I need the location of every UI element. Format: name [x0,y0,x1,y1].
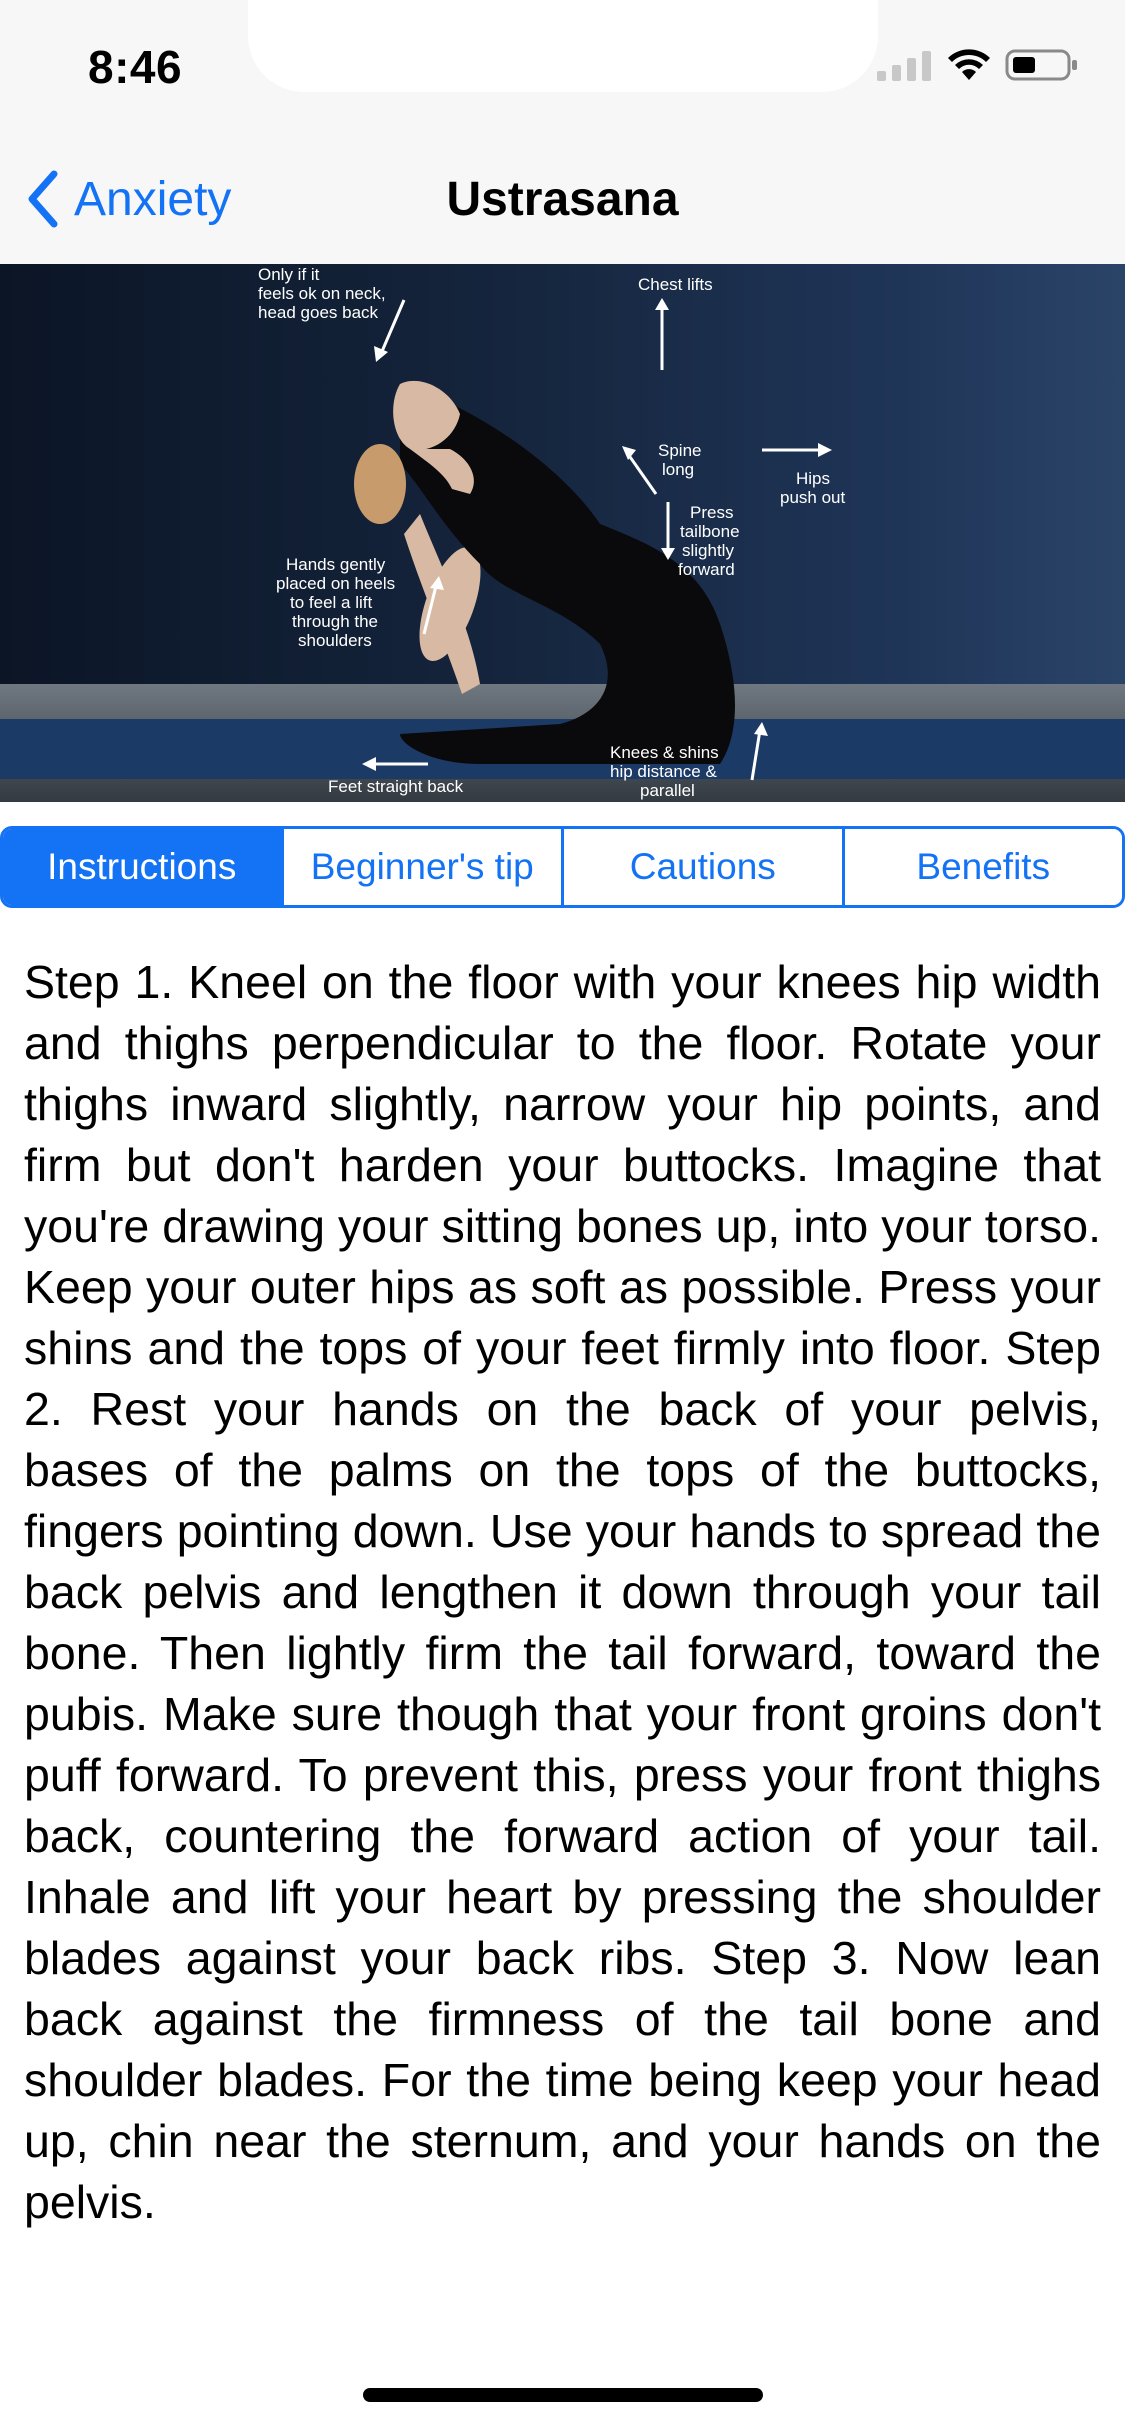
svg-text:placed on heels: placed on heels [276,574,395,593]
svg-text:feels ok on neck,: feels ok on neck, [258,284,386,303]
status-icons [877,48,1079,82]
svg-text:Chest lifts: Chest lifts [638,275,713,294]
battery-icon [1005,49,1077,81]
segmented-control: Instructions Beginner's tip Cautions Ben… [0,826,1125,908]
svg-text:slightly: slightly [682,541,734,560]
svg-text:Only if it: Only if it [258,265,320,284]
svg-text:head goes back: head goes back [258,303,379,322]
notch [248,0,878,92]
svg-text:hip distance &: hip distance & [610,762,717,781]
status-time: 8:46 [88,41,183,93]
svg-text:Hands gently: Hands gently [286,555,386,574]
navigation-bar: Anxiety Ustrasana [0,132,1125,264]
tab-beginners-tip[interactable]: Beginner's tip [280,829,561,905]
tab-cautions[interactable]: Cautions [561,829,842,905]
status-bar: 8:46 [0,0,1125,132]
tab-instructions[interactable]: Instructions [3,829,281,905]
svg-text:shoulders: shoulders [298,631,372,650]
pose-image: Only if it feels ok on neck, head goes b… [0,264,1125,802]
cellular-signal-icon [877,51,931,81]
svg-text:Feet straight back: Feet straight back [328,777,464,796]
page-title: Ustrasana [446,173,679,226]
svg-text:Press: Press [690,503,733,522]
svg-text:long: long [662,460,694,479]
svg-text:Knees & shins: Knees & shins [610,743,719,762]
svg-text:through the: through the [292,612,378,631]
svg-text:Hips: Hips [796,469,830,488]
svg-text:Spine: Spine [658,441,701,460]
svg-text:parallel: parallel [640,781,695,800]
svg-text:tailbone: tailbone [680,522,740,541]
svg-text:forward: forward [678,560,735,579]
svg-text:push out: push out [780,488,845,507]
instructions-text-view[interactable]: Step 1. Kneel on the floor with your kne… [24,952,1101,2332]
instructions-text: Step 1. Kneel on the floor with your kne… [24,956,1101,2228]
home-indicator[interactable] [363,2388,763,2402]
tab-benefits[interactable]: Benefits [841,829,1122,905]
svg-text:to feel a lift: to feel a lift [290,593,372,612]
wifi-icon [948,49,990,80]
